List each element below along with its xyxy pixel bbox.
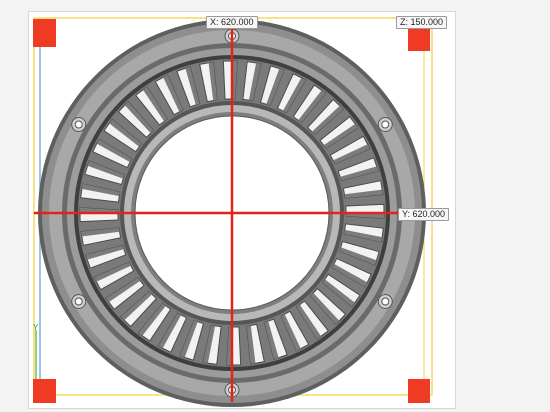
corner-marker-bottom-left[interactable] (33, 379, 56, 403)
bolt-hole-center (74, 120, 83, 129)
bolt-hole-center (74, 297, 83, 306)
bolt-hole-center (381, 120, 390, 129)
corner-marker-top-right[interactable] (408, 29, 430, 51)
vane-blade (226, 326, 242, 366)
model-canvas[interactable] (0, 0, 550, 412)
coordinate-readout-x: X: 620.000 (206, 16, 258, 29)
vane-blade (222, 60, 238, 100)
corner-marker-bottom-right[interactable] (408, 379, 430, 403)
coordinate-readout-z: Z: 150.000 (396, 16, 448, 29)
axis-label-y: Y (33, 323, 39, 332)
coordinate-readout-y: Y: 620.000 (398, 208, 450, 221)
corner-marker-top-left[interactable] (33, 19, 56, 47)
vane-blade (345, 203, 385, 219)
bolt-hole-center (381, 297, 390, 306)
vane-blade (79, 207, 119, 223)
